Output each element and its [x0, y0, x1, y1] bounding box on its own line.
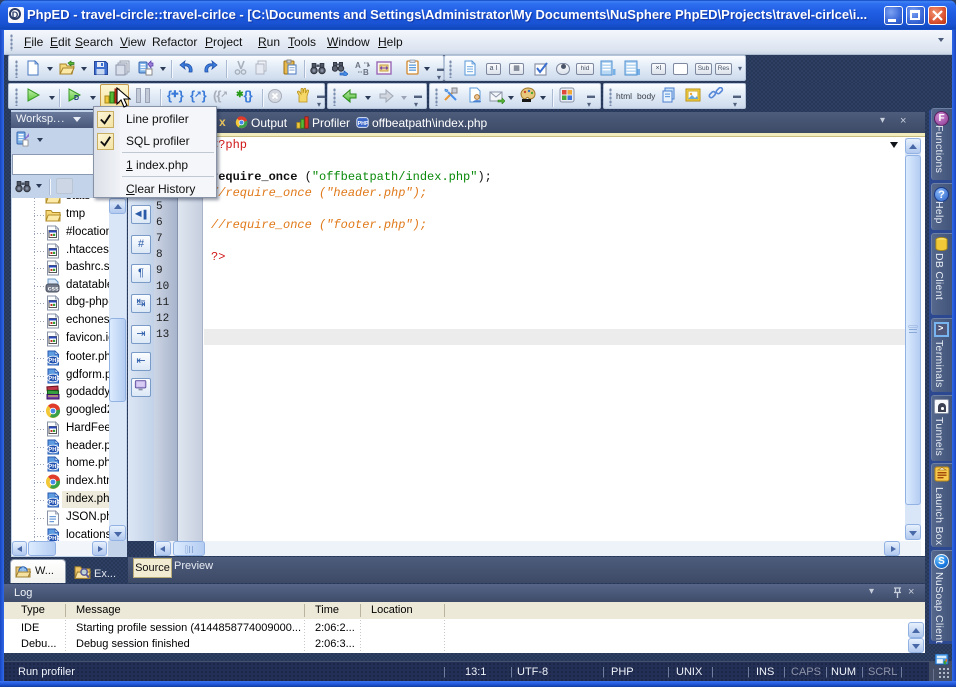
- svg-text:PHP: PHP: [48, 500, 60, 506]
- svg-text:PHP: PHP: [48, 447, 60, 453]
- svg-text:D: D: [74, 95, 79, 102]
- svg-text:B: B: [363, 68, 369, 76]
- svg-text:PHP: PHP: [48, 358, 60, 364]
- svg-text:A: A: [355, 61, 361, 70]
- svg-text:PHP: PHP: [48, 464, 60, 470]
- svg-text:PHP: PHP: [358, 121, 369, 127]
- svg-text:css: css: [48, 286, 59, 293]
- svg-text:PHP: PHP: [48, 376, 60, 382]
